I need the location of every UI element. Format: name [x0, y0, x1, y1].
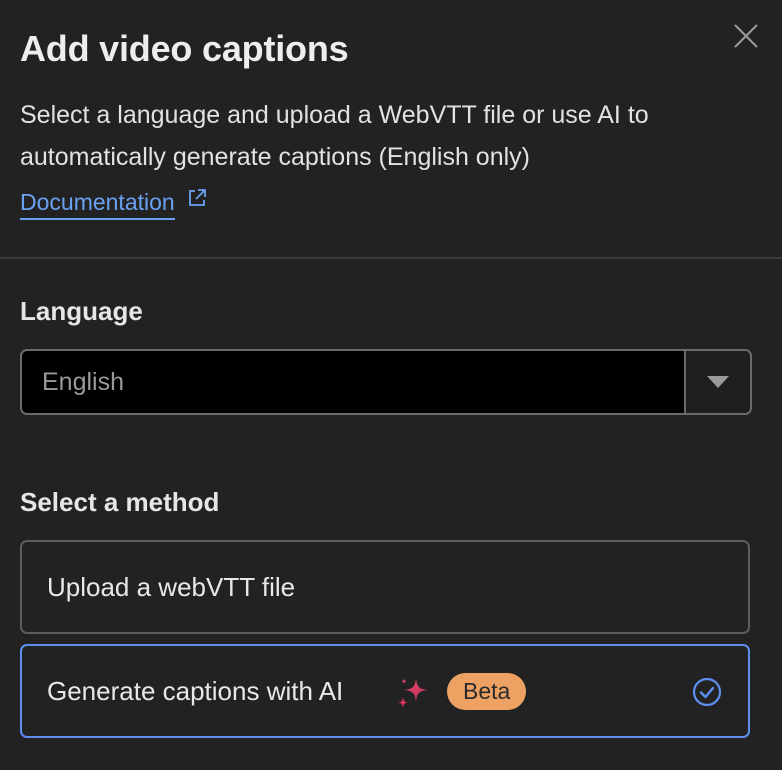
close-button[interactable]	[730, 20, 762, 52]
method-label: Select a method	[20, 487, 220, 517]
sparkle-icon	[398, 678, 428, 708]
caret-down-icon	[707, 376, 729, 388]
method-option-label: Generate captions with AI	[47, 676, 344, 706]
language-select-value: English	[42, 368, 124, 396]
language-label: Language	[20, 296, 143, 326]
language-dropdown-button[interactable]	[684, 351, 750, 413]
check-circle-icon	[692, 677, 722, 707]
close-icon[interactable]	[732, 22, 760, 50]
dialog-title: Add video captions	[20, 28, 349, 69]
add-video-captions-dialog: Add video captions Select a language and…	[0, 0, 782, 770]
method-option-label: Upload a webVTT file	[47, 572, 296, 602]
method-option-generate-ai[interactable]: Generate captions with AI Beta	[20, 644, 750, 738]
documentation-link[interactable]: Documentation	[20, 188, 207, 220]
documentation-link-label[interactable]: Documentation	[20, 188, 175, 220]
method-option-upload[interactable]: Upload a webVTT file	[20, 540, 750, 634]
external-link-icon[interactable]	[187, 188, 207, 208]
divider	[0, 257, 782, 259]
dialog-description: Select a language and upload a WebVTT fi…	[20, 101, 649, 171]
language-select[interactable]: English	[20, 349, 752, 415]
beta-badge: Beta	[447, 673, 527, 710]
